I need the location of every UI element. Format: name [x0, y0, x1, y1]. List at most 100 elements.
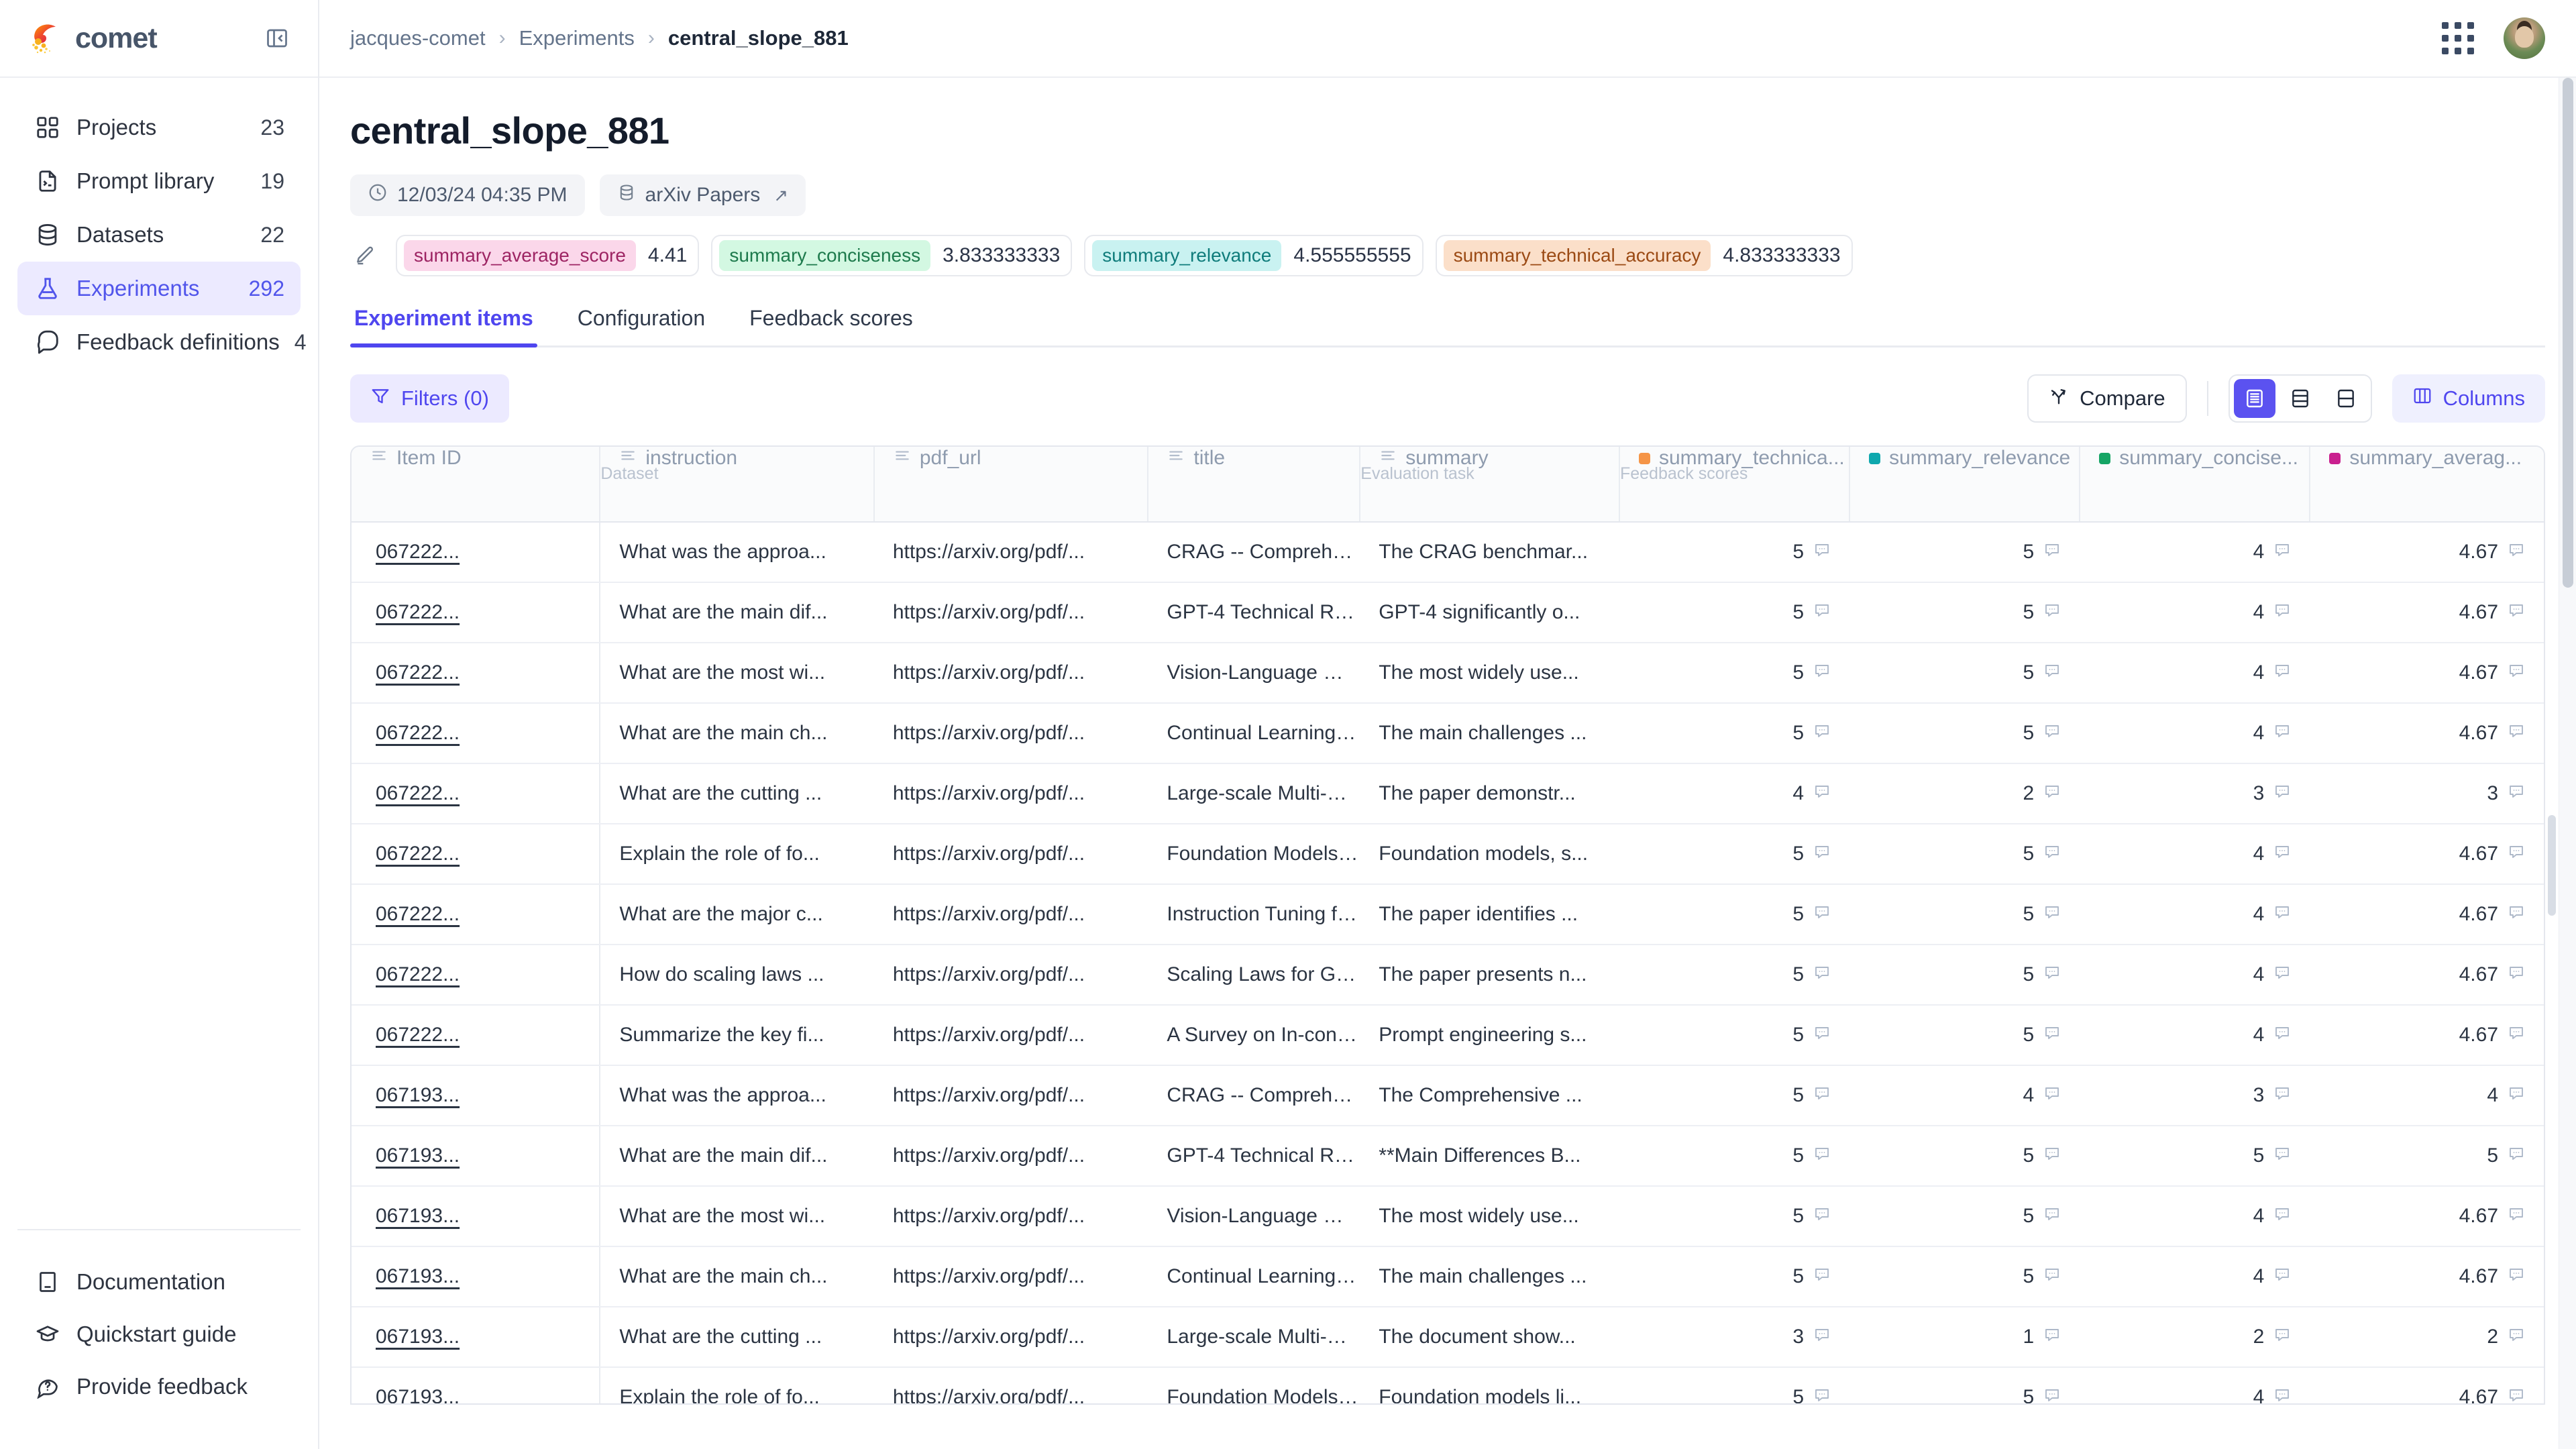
cell-summary-average-score[interactable]: 4 — [2310, 1065, 2544, 1126]
score-card[interactable]: summary_conciseness 3.833333333 — [711, 235, 1072, 276]
cell-item-id[interactable]: 067222... — [352, 643, 600, 703]
cell-summary-technical-accuracy[interactable]: 5 — [1619, 582, 1849, 643]
item-id-link[interactable]: 067222... — [376, 843, 460, 865]
cell-item-id[interactable]: 067222... — [352, 582, 600, 643]
comment-bubble-icon[interactable] — [2043, 1326, 2061, 1348]
cell-summary-conciseness[interactable]: 4 — [2080, 582, 2310, 643]
cell-item-id[interactable]: 067222... — [352, 703, 600, 763]
cell-summary-technical-accuracy[interactable]: 5 — [1619, 1005, 1849, 1065]
tab-configuration[interactable]: Configuration — [574, 306, 709, 345]
scrollbar-thumb[interactable] — [2563, 78, 2573, 588]
cell-summary-relevance[interactable]: 5 — [1849, 522, 2080, 582]
comment-bubble-icon[interactable] — [1813, 1386, 1831, 1405]
table-row[interactable]: 067193...What was the approa...https://a… — [352, 1065, 2544, 1126]
cell-summary-conciseness[interactable]: 4 — [2080, 703, 2310, 763]
col-header-summary-conciseness[interactable]: summary_concise... — [2080, 447, 2310, 522]
table-row[interactable]: 067222...What are the major c...https://… — [352, 884, 2544, 945]
comment-bubble-icon[interactable] — [2508, 1024, 2525, 1046]
cell-summary-average-score[interactable]: 4.67 — [2310, 1367, 2544, 1405]
sidebar-item-provide-feedback[interactable]: Provide feedback — [17, 1360, 301, 1413]
cell-summary-conciseness[interactable]: 4 — [2080, 1246, 2310, 1307]
comment-bubble-icon[interactable] — [2508, 541, 2525, 564]
item-id-link[interactable]: 067193... — [376, 1386, 460, 1405]
vertical-scrollbar[interactable] — [2559, 78, 2576, 1449]
sidebar-item-datasets[interactable]: Datasets 22 — [17, 208, 301, 262]
cell-summary-technical-accuracy[interactable]: 5 — [1619, 643, 1849, 703]
cell-item-id[interactable]: 067193... — [352, 1065, 600, 1126]
comment-bubble-icon[interactable] — [2508, 1386, 2525, 1405]
comment-bubble-icon[interactable] — [2508, 1205, 2525, 1228]
table-row[interactable]: 067193...Explain the role of fo...https:… — [352, 1367, 2544, 1405]
item-id-link[interactable]: 067222... — [376, 661, 460, 684]
comment-bubble-icon[interactable] — [1813, 601, 1831, 624]
comment-bubble-icon[interactable] — [2043, 782, 2061, 805]
cell-item-id[interactable]: 067222... — [352, 522, 600, 582]
comment-bubble-icon[interactable] — [2273, 782, 2291, 805]
cell-summary-conciseness[interactable]: 4 — [2080, 1005, 2310, 1065]
cell-summary-relevance[interactable]: 5 — [1849, 643, 2080, 703]
cell-summary-relevance[interactable]: 5 — [1849, 703, 2080, 763]
table-row[interactable]: 067193...What are the most wi...https://… — [352, 1186, 2544, 1246]
col-header-summary-average-score[interactable]: summary_averag... — [2310, 447, 2544, 522]
comment-bubble-icon[interactable] — [1813, 661, 1831, 684]
cell-item-id[interactable]: 067222... — [352, 763, 600, 824]
rows-medium-icon[interactable] — [2279, 379, 2321, 418]
sidebar-item-prompt-library[interactable]: Prompt library 19 — [17, 154, 301, 208]
comment-bubble-icon[interactable] — [2273, 541, 2291, 564]
cell-summary-relevance[interactable]: 5 — [1849, 1367, 2080, 1405]
comment-bubble-icon[interactable] — [2508, 903, 2525, 926]
cell-item-id[interactable]: 067222... — [352, 884, 600, 945]
comment-bubble-icon[interactable] — [1813, 1265, 1831, 1288]
col-header-instruction[interactable]: Dataset instruction — [600, 447, 874, 522]
cell-summary-technical-accuracy[interactable]: 5 — [1619, 824, 1849, 884]
pencil-icon[interactable] — [350, 241, 380, 270]
comment-bubble-icon[interactable] — [2043, 1084, 2061, 1107]
cell-item-id[interactable]: 067222... — [352, 945, 600, 1005]
comment-bubble-icon[interactable] — [1813, 1084, 1831, 1107]
comment-bubble-icon[interactable] — [2043, 963, 2061, 986]
cell-summary-average-score[interactable]: 4.67 — [2310, 945, 2544, 1005]
cell-summary-conciseness[interactable]: 4 — [2080, 1367, 2310, 1405]
comment-bubble-icon[interactable] — [2043, 1205, 2061, 1228]
score-card[interactable]: summary_technical_accuracy 4.833333333 — [1436, 235, 1853, 276]
columns-button[interactable]: Columns — [2392, 374, 2545, 423]
cell-item-id[interactable]: 067193... — [352, 1246, 600, 1307]
comment-bubble-icon[interactable] — [2273, 843, 2291, 865]
cell-summary-average-score[interactable]: 4.67 — [2310, 582, 2544, 643]
cell-summary-relevance[interactable]: 4 — [1849, 1065, 2080, 1126]
cell-summary-relevance[interactable]: 5 — [1849, 884, 2080, 945]
score-card[interactable]: summary_average_score 4.41 — [396, 235, 699, 276]
item-id-link[interactable]: 067222... — [376, 541, 460, 563]
item-id-link[interactable]: 067222... — [376, 903, 460, 925]
item-id-link[interactable]: 067222... — [376, 782, 460, 804]
cell-summary-technical-accuracy[interactable]: 5 — [1619, 1065, 1849, 1126]
table-row[interactable]: 067222...What are the most wi...https://… — [352, 643, 2544, 703]
col-header-summary-technical-accuracy[interactable]: Feedback scores summary_technica... — [1619, 447, 1849, 522]
cell-item-id[interactable]: 067193... — [352, 1126, 600, 1186]
cell-summary-technical-accuracy[interactable]: 5 — [1619, 1246, 1849, 1307]
comment-bubble-icon[interactable] — [1813, 843, 1831, 865]
comment-bubble-icon[interactable] — [2043, 661, 2061, 684]
cell-summary-conciseness[interactable]: 4 — [2080, 824, 2310, 884]
comment-bubble-icon[interactable] — [2273, 1144, 2291, 1167]
comment-bubble-icon[interactable] — [2043, 601, 2061, 624]
sidebar-item-documentation[interactable]: Documentation — [17, 1256, 301, 1308]
table-inner-scrollbar[interactable] — [2548, 815, 2556, 916]
cell-summary-conciseness[interactable]: 4 — [2080, 884, 2310, 945]
cell-summary-average-score[interactable]: 4.67 — [2310, 884, 2544, 945]
comment-bubble-icon[interactable] — [1813, 782, 1831, 805]
table-row[interactable]: 067222...What was the approa...https://a… — [352, 522, 2544, 582]
comment-bubble-icon[interactable] — [2273, 1084, 2291, 1107]
comment-bubble-icon[interactable] — [2043, 1144, 2061, 1167]
comment-bubble-icon[interactable] — [2273, 1024, 2291, 1046]
cell-summary-average-score[interactable]: 4.67 — [2310, 643, 2544, 703]
cell-summary-technical-accuracy[interactable]: 5 — [1619, 1186, 1849, 1246]
comment-bubble-icon[interactable] — [2043, 1265, 2061, 1288]
comment-bubble-icon[interactable] — [2508, 963, 2525, 986]
breadcrumb-experiments[interactable]: Experiments — [519, 26, 635, 50]
cell-summary-relevance[interactable]: 5 — [1849, 824, 2080, 884]
item-id-link[interactable]: 067222... — [376, 722, 460, 744]
comment-bubble-icon[interactable] — [2043, 541, 2061, 564]
cell-summary-average-score[interactable]: 4.67 — [2310, 703, 2544, 763]
comment-bubble-icon[interactable] — [2508, 722, 2525, 745]
